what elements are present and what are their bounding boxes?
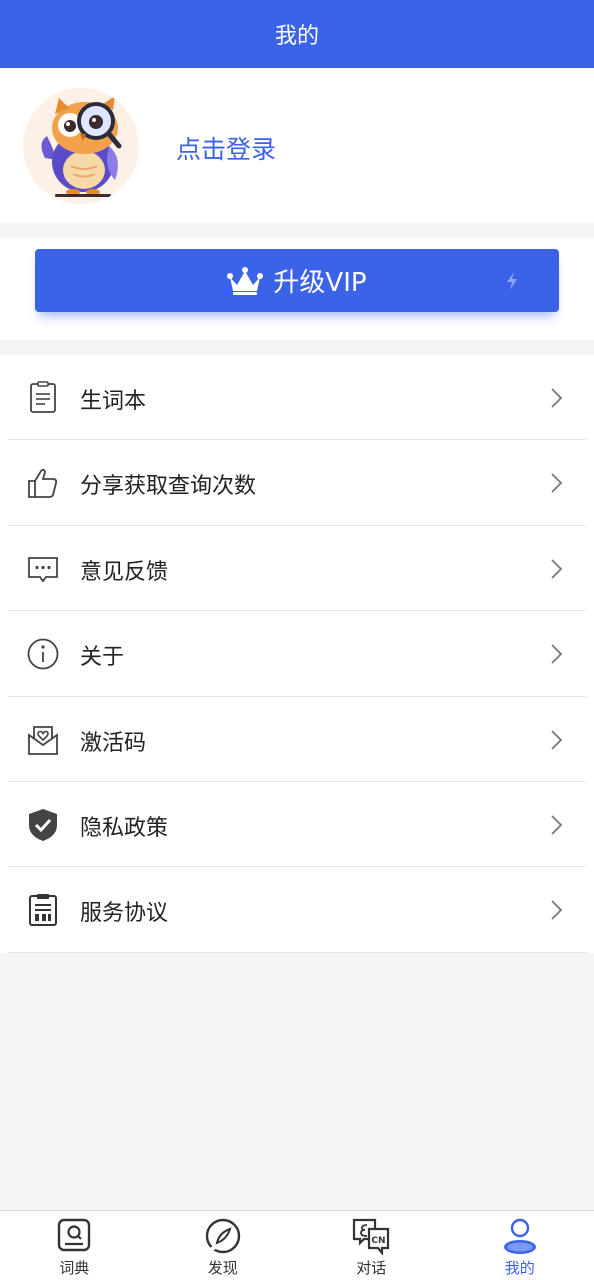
tab-dictionary[interactable]: 词典 — [0, 1211, 149, 1280]
shield-check-icon — [29, 808, 57, 841]
chevron-right-icon — [551, 644, 563, 664]
menu-label-privacy-policy: 隐私政策 — [80, 815, 169, 841]
lightning-icon — [507, 272, 517, 290]
menu-item-privacy-policy[interactable]: 隐私政策 — [0, 782, 594, 868]
chevron-right-icon — [551, 559, 563, 579]
chat-bubble-icon — [28, 556, 58, 583]
tab-label-discover: 发现 — [207, 1259, 238, 1277]
menu-item-vocabulary[interactable]: 生词本 — [0, 355, 594, 441]
document-icon — [29, 894, 57, 927]
menu-label-share: 分享获取查询次数 — [80, 474, 257, 500]
login-link[interactable]: 点击登录 — [176, 130, 276, 166]
top-bar: 我的 — [0, 0, 594, 68]
page-title: 我的 — [274, 24, 319, 49]
menu-item-feedback[interactable]: 意见反馈 — [0, 526, 594, 612]
menu-label-activation-code: 激活码 — [80, 730, 147, 756]
user-profile-icon — [503, 1218, 536, 1254]
tab-label-conversation: 对话 — [356, 1259, 387, 1277]
vip-section: 升级VIP — [0, 238, 594, 340]
compass-icon — [205, 1218, 240, 1254]
svg-text:CN: CN — [372, 1236, 386, 1246]
translate-chat-icon: CN — [353, 1218, 390, 1255]
avatar[interactable] — [23, 88, 139, 204]
chevron-right-icon — [551, 388, 563, 408]
info-icon — [27, 638, 59, 670]
menu-label-vocabulary: 生词本 — [80, 389, 147, 414]
vip-button-content: 升级VIP — [227, 262, 367, 299]
upgrade-vip-button[interactable]: 升级VIP — [35, 249, 559, 312]
chevron-right-icon — [551, 815, 563, 835]
crown-icon — [227, 266, 264, 295]
menu-label-service-agreement: 服务协议 — [80, 901, 169, 927]
dictionary-book-icon — [58, 1218, 91, 1252]
gift-envelope-icon — [28, 725, 58, 755]
settings-menu: 生词本 分享获取查询次数 意见反馈 关于 激活码 隐私政策 服务协议 — [0, 355, 594, 954]
menu-item-about[interactable]: 关于 — [0, 611, 594, 697]
chevron-right-icon — [551, 473, 563, 494]
tab-label-mine: 我的 — [504, 1259, 535, 1277]
menu-item-service-agreement[interactable]: 服务协议 — [0, 867, 594, 954]
profile-section: 点击登录 — [0, 68, 594, 223]
tab-conversation[interactable]: CN 对话 — [297, 1211, 446, 1280]
tab-label-dictionary: 词典 — [59, 1259, 90, 1277]
thumbs-up-icon — [28, 469, 58, 499]
chevron-right-icon — [551, 900, 563, 920]
chevron-right-icon — [551, 729, 563, 750]
menu-item-share[interactable]: 分享获取查询次数 — [0, 440, 594, 527]
owl-mascot-icon — [41, 96, 122, 197]
bottom-tab-bar: 词典 发现 CN 对话 我的 — [0, 1210, 594, 1280]
tab-discover[interactable]: 发现 — [149, 1211, 298, 1280]
menu-label-feedback: 意见反馈 — [80, 559, 169, 585]
tab-mine[interactable]: 我的 — [446, 1211, 594, 1280]
menu-item-activation-code[interactable]: 激活码 — [0, 697, 594, 783]
vip-label: 升级VIP — [273, 268, 367, 298]
menu-label-about: 关于 — [80, 645, 125, 671]
notebook-icon — [30, 381, 56, 413]
